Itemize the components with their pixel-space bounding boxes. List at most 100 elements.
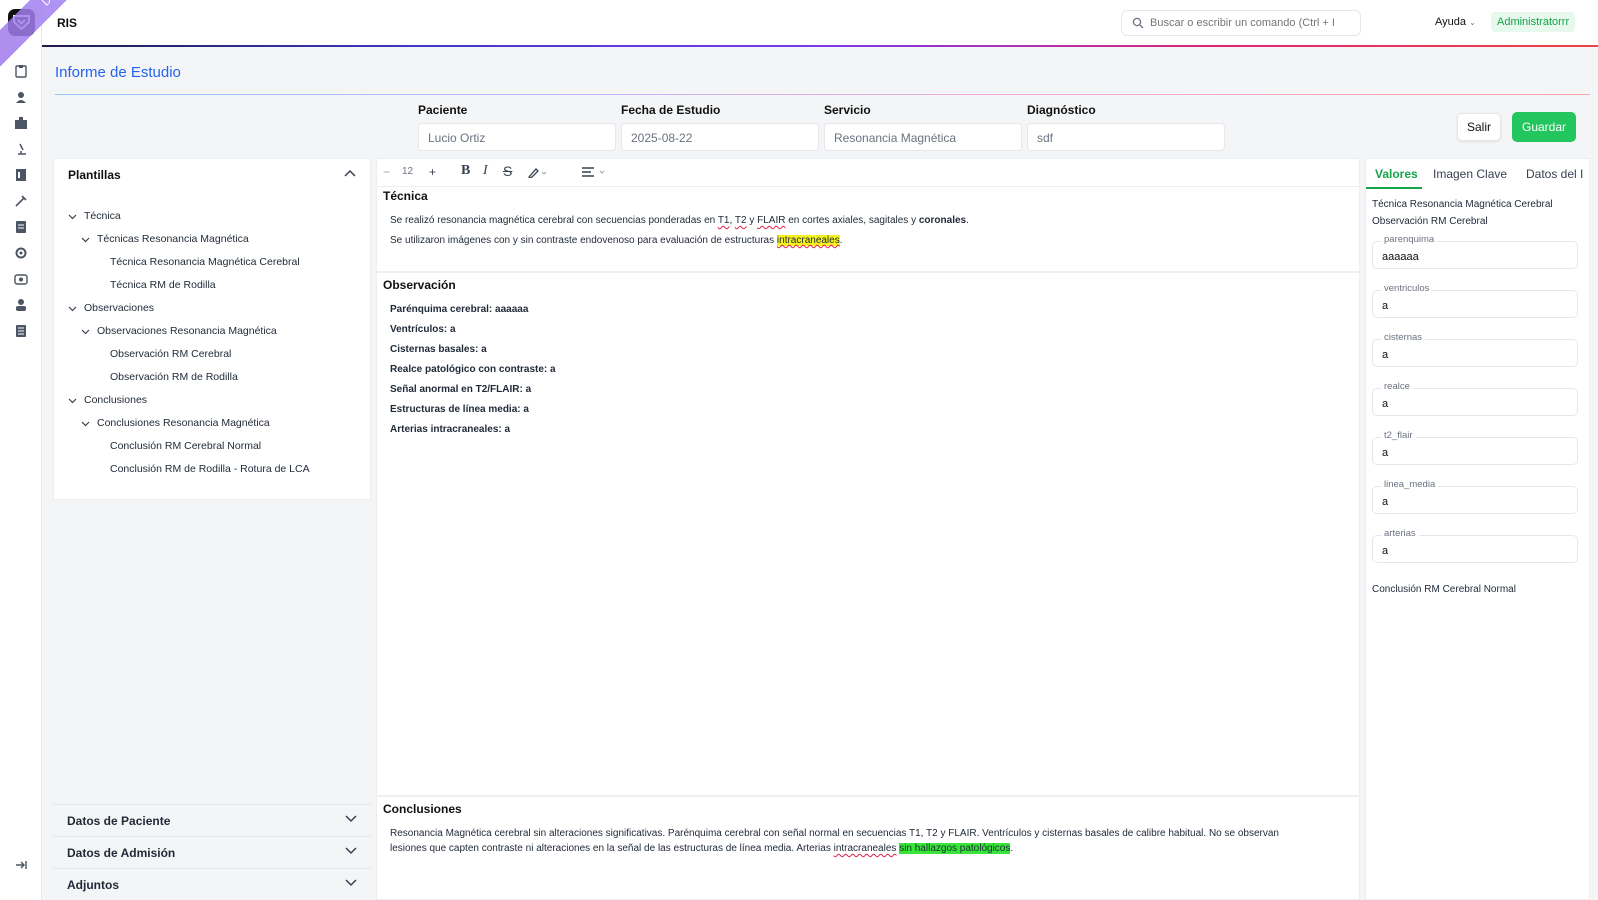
tecnica-paragraph-2[interactable]: Se utilizaron imágenes con y sin contras… (390, 235, 843, 246)
diagnosis-field[interactable]: sdf (1027, 123, 1225, 151)
gear-icon[interactable] (14, 246, 28, 260)
accordion-patient-data[interactable]: Datos de Paciente (53, 804, 371, 834)
chevron-down-icon[interactable] (68, 396, 77, 405)
microscope-icon[interactable] (14, 142, 28, 156)
tab-valores[interactable]: Valores (1375, 167, 1418, 181)
field-arterias[interactable]: arterias a (1372, 528, 1578, 563)
app-logo[interactable] (8, 9, 35, 36)
tree-leaf[interactable]: Técnica Resonancia Magnética Cerebral (110, 256, 300, 268)
field-label: realce (1381, 381, 1413, 392)
editor-toolbar: − 12 + B I S (377, 159, 1359, 187)
field-value: a (1382, 398, 1389, 410)
field-label: linea_media (1381, 479, 1439, 490)
field-label: cisternas (1381, 332, 1426, 343)
report-editor[interactable]: − 12 + B I S Técnica Se realizó resonanc… (376, 158, 1360, 900)
field-realce[interactable]: realce a (1372, 381, 1578, 416)
font-size-increase-button[interactable]: + (429, 165, 436, 179)
text-run: . (839, 235, 843, 246)
tree-leaf[interactable]: Conclusión RM Cerebral Normal (110, 440, 261, 452)
field-linea-media[interactable]: linea_mediaa (1372, 479, 1578, 514)
patient-field[interactable]: Lucio Ortiz (418, 123, 616, 151)
highlighted-text: intracraneales (776, 235, 840, 246)
text-run: Se realizó resonancia magnética cerebral… (390, 215, 718, 226)
tree-leaf[interactable]: Técnica RM de Rodilla (110, 279, 216, 291)
observation-line[interactable]: Realce patológico con contraste: a (390, 364, 556, 375)
field-cisternas[interactable]: cisternas a (1372, 332, 1578, 367)
tree-node-tecnicas-rm[interactable]: Técnicas Resonancia Magnética (97, 233, 249, 245)
tree-leaf[interactable]: Observación RM Cerebral (110, 348, 231, 360)
field-label: arterias (1381, 528, 1419, 539)
tecnica-paragraph-1[interactable]: Se realizó resonancia magnética cerebral… (390, 215, 969, 226)
clipboard-icon[interactable] (14, 64, 28, 78)
field-label: ventriculos (1381, 283, 1433, 294)
highlighter-icon[interactable] (527, 166, 547, 178)
conclusion-line-1[interactable]: Resonancia Magnética cerebral sin altera… (390, 828, 1279, 839)
report-icon[interactable] (14, 220, 28, 234)
document-icon[interactable] (14, 168, 28, 182)
observation-line[interactable]: Parénquima cerebral: aaaaaa (390, 304, 528, 315)
hospital-icon[interactable] (14, 116, 28, 130)
service-field[interactable]: Resonancia Magnética (824, 123, 1022, 151)
field-value: a (1382, 496, 1389, 508)
field-value: aaaaaa (1382, 251, 1419, 263)
page-title: Informe de Estudio (55, 64, 181, 81)
observation-line[interactable]: Cisternas basales: a (390, 344, 487, 355)
text-run: FLAIR (757, 215, 786, 226)
chevron-down-icon[interactable] (81, 235, 90, 244)
help-label: Ayuda (1435, 16, 1466, 28)
text-run: T1 (717, 215, 730, 226)
accordion-admission-data[interactable]: Datos de Admisión (53, 836, 371, 866)
observation-line[interactable]: Ventrículos: a (390, 324, 456, 335)
study-date-field[interactable]: 2025-08-22 (621, 123, 819, 151)
field-t2-flair[interactable]: t2_flair a (1372, 430, 1578, 465)
font-size-decrease-button[interactable]: − (383, 165, 390, 179)
align-left-icon[interactable] (581, 167, 607, 179)
chevron-down-icon[interactable] (81, 419, 90, 428)
accordion-label: Datos de Admisión (67, 846, 176, 860)
tree-node-tecnica[interactable]: Técnica (84, 210, 121, 222)
conclusion-line-2[interactable]: lesiones que capten contraste ni alterac… (390, 843, 1013, 854)
expand-sidebar-icon[interactable] (14, 858, 28, 872)
help-menu[interactable]: Ayuda ⌄ (1435, 16, 1476, 28)
text-run: coronales (918, 215, 967, 226)
person-icon[interactable] (14, 298, 28, 312)
templates-title: Plantillas (68, 168, 121, 182)
tree-leaf[interactable]: Observación RM de Rodilla (110, 371, 238, 383)
active-tab-indicator (1366, 187, 1422, 189)
observation-line[interactable]: Arterias intracraneales: a (390, 424, 510, 435)
section-divider (377, 795, 1359, 797)
syringe-icon[interactable] (14, 194, 28, 208)
field-parenquima[interactable]: parenquima aaaaaa (1372, 234, 1578, 269)
tab-imagen-clave[interactable]: Imagen Clave (1433, 167, 1507, 181)
chevron-down-icon[interactable] (68, 212, 77, 221)
save-button[interactable]: Guardar (1512, 112, 1576, 142)
list-icon[interactable] (14, 324, 28, 338)
italic-button[interactable]: I (483, 163, 488, 179)
observation-line[interactable]: Estructuras de línea media: a (390, 404, 529, 415)
tree-leaf[interactable]: Conclusión RM de Rodilla - Rotura de LCA (110, 463, 310, 475)
camera-icon[interactable] (14, 272, 28, 286)
tab-datos[interactable]: Datos del I (1526, 167, 1583, 181)
observation-line[interactable]: Señal anormal en T2/FLAIR: a (390, 384, 531, 395)
tree-node-observaciones[interactable]: Observaciones (84, 302, 154, 314)
chevron-down-icon[interactable] (81, 327, 90, 336)
chevron-down-icon (345, 847, 357, 855)
tree-node-conclusiones-rm[interactable]: Conclusiones Resonancia Magnética (97, 417, 270, 429)
chevron-down-icon[interactable] (68, 304, 77, 313)
field-ventriculos[interactable]: ventriculos a (1372, 283, 1578, 318)
exit-button[interactable]: Salir (1457, 113, 1501, 141)
tree-node-conclusiones[interactable]: Conclusiones (84, 394, 147, 406)
user-md-icon[interactable] (14, 90, 28, 104)
search-input[interactable] (1150, 14, 1355, 32)
command-search[interactable] (1121, 10, 1361, 36)
highlighted-text: sin hallazgos patológicos (899, 843, 1011, 854)
strikethrough-button[interactable]: S (503, 163, 512, 179)
group-title: Técnica Resonancia Magnética Cerebral (1372, 199, 1553, 210)
bold-button[interactable]: B (461, 163, 470, 179)
tree-node-observaciones-rm[interactable]: Observaciones Resonancia Magnética (97, 325, 277, 337)
font-size-value[interactable]: 12 (402, 166, 413, 177)
accordion-attachments[interactable]: Adjuntos (53, 868, 371, 898)
search-icon (1132, 17, 1144, 29)
chevron-up-icon[interactable] (344, 169, 356, 177)
user-badge[interactable]: Administratorrr (1491, 12, 1576, 32)
